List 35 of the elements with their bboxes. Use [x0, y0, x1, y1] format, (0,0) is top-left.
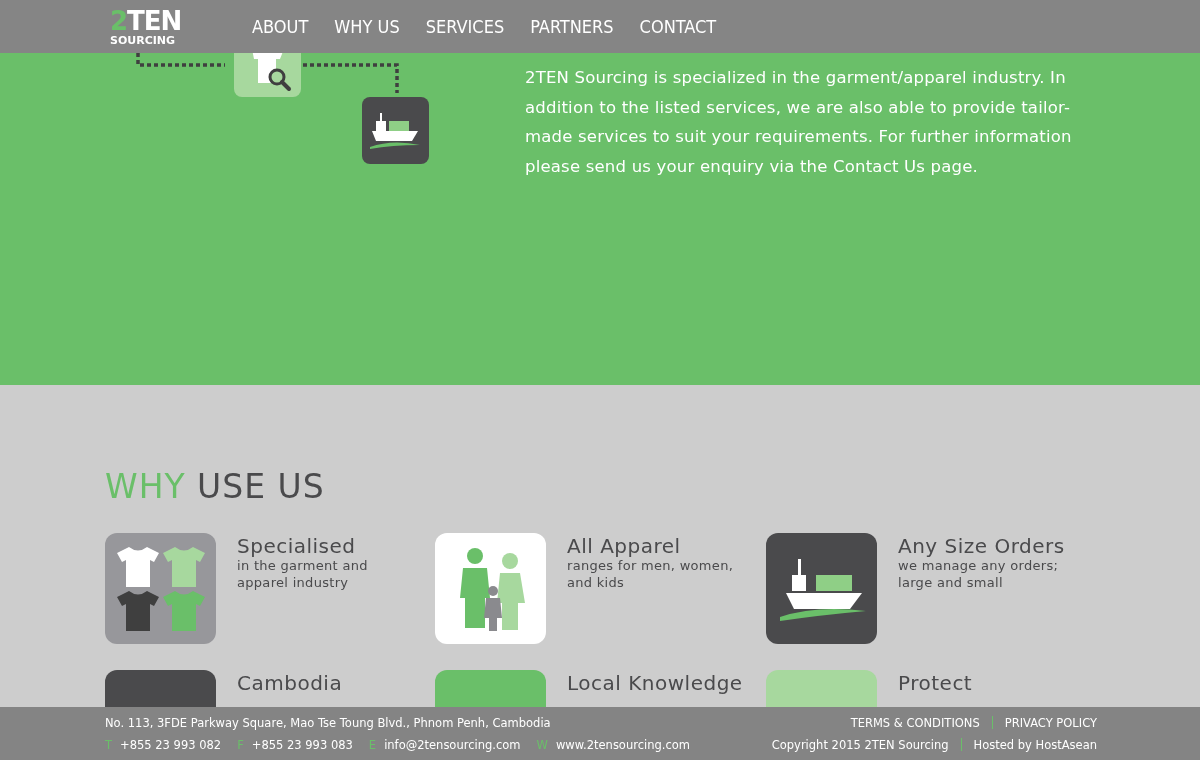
section-heading: WHY USE US [105, 469, 326, 506]
contact-value: +855 23 993 082 [120, 737, 222, 752]
nav-link[interactable]: CONTACT [639, 16, 717, 37]
cargo-ship-icon [766, 533, 877, 645]
feature-title: Cambodia [237, 672, 343, 695]
nav-link[interactable]: ABOUT [252, 16, 309, 37]
feature-description: ranges for men, women, and kids [567, 557, 735, 592]
tshirts-icon [105, 533, 216, 645]
contact-label: T [105, 737, 113, 752]
hosted-by-text: Hosted by HostAsean [973, 737, 1097, 752]
contact-value: www.2tensourcing.com [555, 737, 690, 752]
feature-title: All Apparel [567, 535, 682, 558]
feature-title: Any Size Orders [898, 535, 1066, 558]
tshirt-search-icon [234, 53, 301, 97]
footer-link[interactable]: TERMS & CONDITIONS [850, 715, 980, 730]
family-icon [435, 533, 546, 645]
feature-title: Protect [898, 672, 973, 695]
contact-label: W [536, 737, 548, 752]
contact-label: F [237, 737, 244, 752]
nav-link[interactable]: SERVICES [425, 16, 505, 37]
intro-paragraph: 2TEN Sourcing is specialized in the garment/apparel industry. In addition to the listed services, we are also able to provide tailor-made services to suit your requirements. For further information please send us your enquiry via the Contact Us page. [525, 67, 1073, 178]
contact-value: info@2tensourcing.com [384, 737, 521, 752]
footer-link[interactable]: PRIVACY POLICY [1004, 715, 1097, 730]
feature-description: we manage any orders; large and small [898, 557, 1060, 592]
logo[interactable]: 2TEN SOURCING [110, 7, 230, 46]
nav-link[interactable]: WHY US [334, 16, 400, 37]
feature-title: Local Knowledge [567, 672, 743, 695]
cargo-ship-icon [362, 97, 429, 164]
nav-link[interactable]: PARTNERS [530, 16, 614, 37]
contact-label: E [368, 737, 377, 752]
feature-title: Specialised [237, 535, 357, 558]
address-text: No. 113, 3FDE Parkway Square, Mao Tse Toung Blvd., Phnom Penh, Cambodia [105, 715, 551, 730]
copyright-text: Copyright 2015 2TEN Sourcing [771, 737, 949, 752]
contact-value: +855 23 993 083 [251, 737, 353, 752]
feature-description: in the garment and apparel industry [237, 557, 369, 592]
